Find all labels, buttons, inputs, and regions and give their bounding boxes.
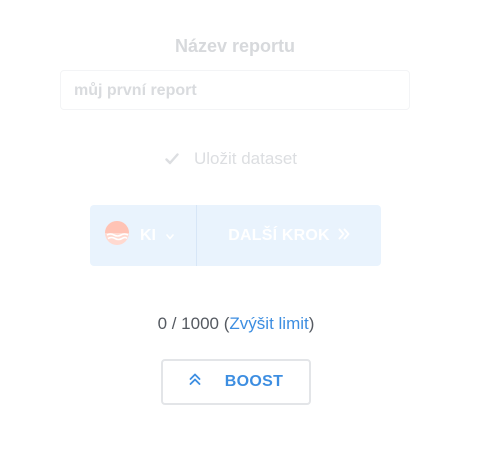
next-step-label: DALŠÍ KROK xyxy=(228,226,330,244)
report-name-input[interactable]: můj první report xyxy=(60,70,410,110)
double-chevron-right-icon xyxy=(338,227,350,245)
model-label: KI xyxy=(140,226,156,244)
boost-button[interactable]: BOOST xyxy=(161,359,311,405)
next-step-button[interactable]: DALŠÍ KROK xyxy=(197,205,381,266)
chevron-down-icon xyxy=(166,227,174,245)
report-name-value: můj první report xyxy=(74,82,197,99)
usage-counter: 0 / 1000 xyxy=(157,314,220,333)
limit-close-paren: ) xyxy=(308,314,315,333)
increase-limit-link[interactable]: Zvýšit limit xyxy=(229,314,308,333)
limit-row: 0 / 1000 (Zvýšit limit) xyxy=(0,314,472,334)
check-icon xyxy=(162,149,182,169)
sunset-logo-icon xyxy=(104,220,130,251)
save-dataset-checkbox[interactable]: Uložit dataset xyxy=(162,148,297,170)
report-name-label: Název reportu xyxy=(174,36,296,56)
boost-label: BOOST xyxy=(224,373,284,390)
model-select-button[interactable]: KI xyxy=(90,205,197,266)
save-dataset-label: Uložit dataset xyxy=(194,149,297,168)
action-bar: KI DALŠÍ KROK xyxy=(90,205,381,266)
double-chevron-up-icon xyxy=(189,373,201,391)
